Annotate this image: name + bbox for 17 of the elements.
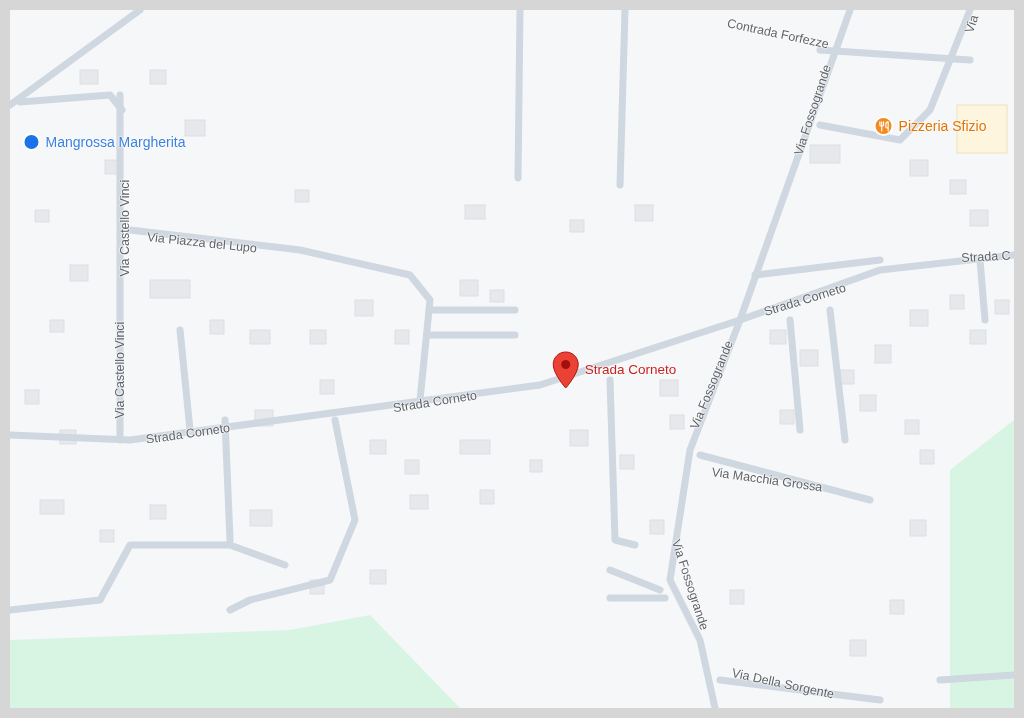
street-label: Via Macchia Grossa bbox=[710, 466, 824, 494]
street-label: Via Piazza del Lupo bbox=[146, 231, 258, 255]
street-label: Strada C bbox=[961, 249, 1011, 265]
place-label[interactable]: Strada Corneto bbox=[584, 363, 677, 377]
street-label: Via Castello Vinci bbox=[113, 321, 127, 419]
street-label: Strada Corneto bbox=[762, 281, 848, 319]
street-label: Strada Corneto bbox=[145, 421, 231, 447]
street-label: Via Castello Vinci bbox=[118, 179, 132, 277]
place-marker-icon bbox=[22, 133, 41, 151]
street-label: Via bbox=[963, 13, 981, 35]
street-label: Contrada Forfezze bbox=[726, 17, 830, 51]
street-label: Strada Corneto bbox=[392, 389, 478, 415]
street-label: Via Della Sorgente bbox=[730, 667, 836, 701]
place-label[interactable]: Pizzeria Sfizio bbox=[898, 119, 987, 133]
restaurant-pin-icon bbox=[873, 116, 894, 136]
location-pin-icon bbox=[551, 351, 580, 389]
place-label[interactable]: Mangrossa Margherita bbox=[45, 135, 186, 149]
